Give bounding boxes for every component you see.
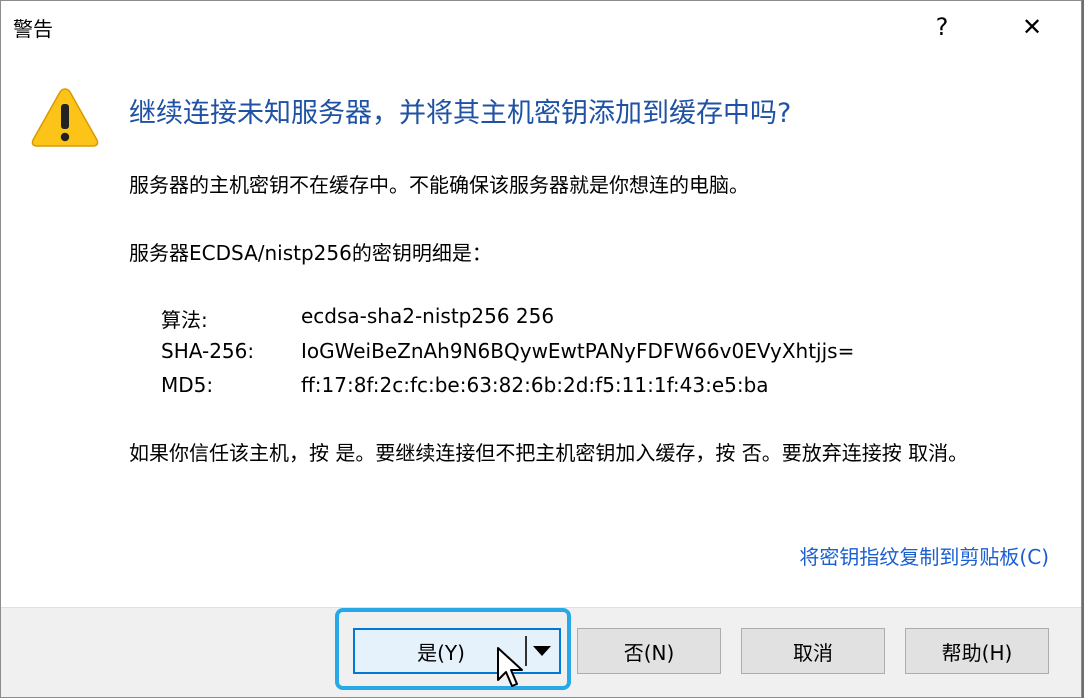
- help-title-button[interactable]: ?: [913, 1, 971, 53]
- close-button[interactable]: ✕: [1003, 1, 1061, 53]
- title-bar[interactable]: 警告 ? ✕: [1, 1, 1081, 53]
- mouse-cursor-icon: [497, 647, 523, 687]
- chevron-down-icon: [533, 646, 551, 656]
- warning-icon: [31, 88, 99, 147]
- copy-fingerprint-link[interactable]: 将密钥指纹复制到剪贴板(C): [799, 541, 1049, 570]
- button-bar: 是(Y) 否(N) 取消 帮助(H): [1, 607, 1081, 697]
- warning-dialog: 警告 ? ✕ 继续连接未知服务器，并将其主机密钥添加到缓存中吗? 服务器的主机密…: [0, 0, 1082, 698]
- window-title: 警告: [13, 17, 53, 41]
- dialog-heading: 继续连接未知服务器，并将其主机密钥添加到缓存中吗?: [129, 98, 792, 129]
- split-divider: [525, 636, 527, 666]
- help-button[interactable]: 帮助(H): [905, 628, 1049, 674]
- key-detail-label: MD5:: [161, 373, 214, 397]
- no-button[interactable]: 否(N): [577, 628, 721, 674]
- key-detail-value: IoGWeiBeZnAh9N6BQywEwtPANyFDFW66v0EVyXht…: [301, 339, 855, 363]
- yes-dropdown-button[interactable]: [525, 630, 559, 672]
- key-detail-value: ecdsa-sha2-nistp256 256: [301, 304, 555, 328]
- key-detail-value: ff:17:8f:2c:fc:be:63:82:6b:2d:f5:11:1f:4…: [301, 373, 769, 397]
- message-instructions: 如果你信任该主机，按 是。要继续连接但不把主机密钥加入缓存，按 否。要放弃连接按…: [129, 441, 969, 465]
- message-cache: 服务器的主机密钥不在缓存中。不能确保该服务器就是你想连的电脑。: [129, 173, 749, 197]
- cancel-button[interactable]: 取消: [741, 628, 885, 674]
- key-detail-label: SHA-256:: [161, 339, 255, 363]
- key-detail-label: 算法:: [161, 308, 208, 332]
- yes-button[interactable]: 是(Y): [353, 628, 561, 674]
- message-key-details-intro: 服务器ECDSA/nistp256的密钥明细是：: [129, 241, 492, 265]
